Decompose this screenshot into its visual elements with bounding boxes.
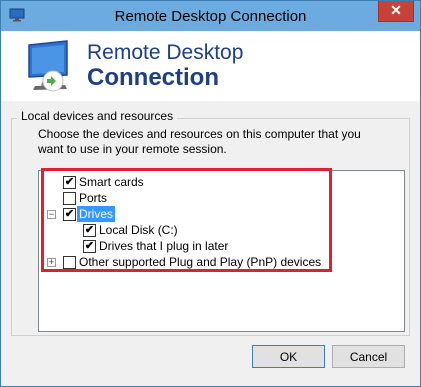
annotation-highlight-box <box>41 168 332 272</box>
close-icon: ✕ <box>390 2 402 18</box>
group-description: Choose the devices and resources on this… <box>38 127 361 156</box>
close-button[interactable]: ✕ <box>378 1 414 22</box>
title-bar[interactable]: Remote Desktop Connection ✕ <box>1 1 420 31</box>
group-legend: Local devices and resources <box>17 109 178 123</box>
remote-desktop-logo-icon <box>28 40 68 92</box>
dialog-header: Remote Desktop Connection <box>1 31 420 101</box>
ok-button[interactable]: OK <box>252 345 325 368</box>
cancel-button[interactable]: Cancel <box>332 345 405 368</box>
header-title-line1: Remote Desktop <box>87 41 244 64</box>
header-title-line2: Connection <box>87 64 219 91</box>
window-title: Remote Desktop Connection <box>114 8 307 25</box>
dialog-window: Remote Desktop Connection ✕ Remote Deskt… <box>0 0 421 387</box>
